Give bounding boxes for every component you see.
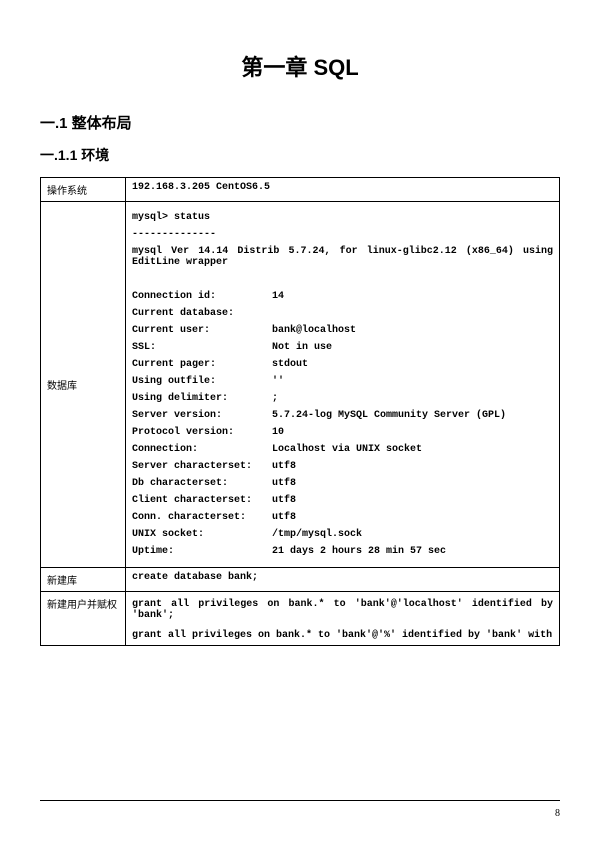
page-number: 8: [555, 808, 560, 819]
row-value-os: 192.168.3.205 CentOS6.5: [126, 178, 560, 202]
db-kv: SSL:Not in use: [132, 342, 553, 353]
table-row: 新建库 create database bank;: [41, 568, 560, 592]
db-kv: Connection:Localhost via UNIX socket: [132, 444, 553, 455]
row-value-db: mysql> status -------------- mysql Ver 1…: [126, 202, 560, 568]
section-heading-1: 一.1 整体布局: [40, 112, 560, 133]
db-line: mysql> status: [132, 212, 553, 223]
db-kv: Protocol version:10: [132, 427, 553, 438]
db-kv: Current user:bank@localhost: [132, 325, 553, 336]
db-kv: Server characterset:utf8: [132, 461, 553, 472]
db-kv: Current database:: [132, 308, 553, 319]
db-line: mysql Ver 14.14 Distrib 5.7.24, for linu…: [132, 246, 553, 268]
table-row: 操作系统 192.168.3.205 CentOS6.5: [41, 178, 560, 202]
grant-line: grant all privileges on bank.* to 'bank'…: [132, 630, 553, 641]
db-kv: Uptime:21 days 2 hours 28 min 57 sec: [132, 546, 553, 557]
db-kv: Server version:5.7.24-log MySQL Communit…: [132, 410, 553, 421]
db-kv: Client characterset:utf8: [132, 495, 553, 506]
db-kv: Current pager:stdout: [132, 359, 553, 370]
db-kv: Using delimiter:;: [132, 393, 553, 404]
grant-line: grant all privileges on bank.* to 'bank'…: [132, 599, 553, 621]
db-kv: Db characterset:utf8: [132, 478, 553, 489]
row-value-grant: grant all privileges on bank.* to 'bank'…: [126, 592, 560, 646]
db-line: --------------: [132, 229, 553, 240]
footer-rule: [40, 800, 560, 801]
row-label-grant: 新建用户并赋权: [41, 592, 126, 646]
table-row: 新建用户并赋权 grant all privileges on bank.* t…: [41, 592, 560, 646]
table-row: 数据库 mysql> status -------------- mysql V…: [41, 202, 560, 568]
environment-table: 操作系统 192.168.3.205 CentOS6.5 数据库 mysql> …: [40, 177, 560, 646]
row-label-db: 数据库: [41, 202, 126, 568]
db-kv: Conn. characterset:utf8: [132, 512, 553, 523]
chapter-title: 第一章 SQL: [40, 50, 560, 82]
row-value-createdb: create database bank;: [126, 568, 560, 592]
db-kv: UNIX socket:/tmp/mysql.sock: [132, 529, 553, 540]
row-label-createdb: 新建库: [41, 568, 126, 592]
db-kv: Connection id:14: [132, 291, 553, 302]
row-label-os: 操作系统: [41, 178, 126, 202]
db-kv: Using outfile:'': [132, 376, 553, 387]
section-heading-1-1: 一.1.1 环境: [40, 145, 560, 165]
